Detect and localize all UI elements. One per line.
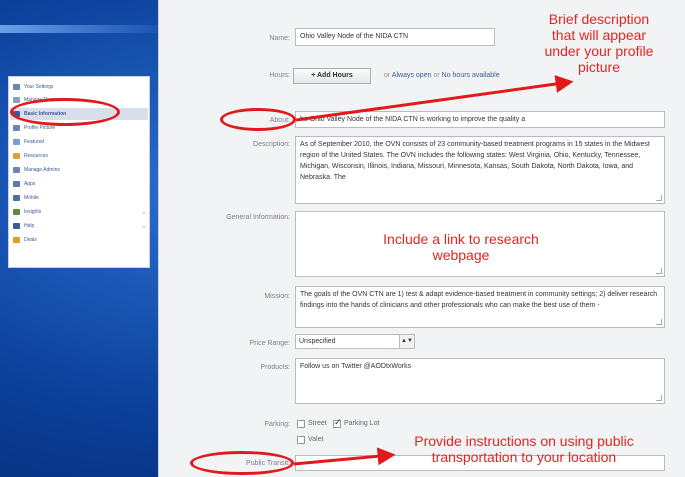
picture-icon: [13, 125, 20, 131]
help-icon: [13, 223, 20, 229]
general-information-annotation: Include a link to research webpage: [340, 231, 582, 263]
sidebar-item-help[interactable]: Help ⌄: [13, 220, 149, 232]
sidebar-item-label: Resources: [24, 153, 48, 159]
about-annotation-line: Brief description: [548, 11, 650, 27]
about-annotation-line: under your profile: [544, 43, 654, 59]
sidebar-item-apps[interactable]: Apps: [13, 178, 35, 190]
parking-label: Parking:: [264, 421, 290, 428]
about-input[interactable]: he Ohio Valley Node of the NIDA CTN is w…: [295, 111, 665, 128]
admins-icon: [13, 167, 20, 173]
highlight-about: [220, 108, 296, 131]
parking-lot-checkbox[interactable]: ✓: [333, 417, 342, 428]
highlight-basic-information: [10, 98, 120, 126]
about-annotation-line: picture: [577, 59, 621, 75]
hours-options: or Always open or No hours available: [384, 72, 500, 79]
price-range-select[interactable]: Unspecified ▲▼: [295, 334, 415, 349]
sidebar-item-insights[interactable]: Insights ⌄: [13, 206, 149, 218]
sidebar-item-your-settings[interactable]: Your Settings: [13, 81, 54, 93]
sidebar-item-label: Help: [24, 223, 35, 229]
highlight-public-transit: [190, 451, 294, 475]
sidebar-item-resources[interactable]: Resources: [13, 150, 48, 162]
always-open-link[interactable]: Always open: [392, 72, 432, 79]
products-label: Products:: [260, 364, 290, 371]
permissions-icon: [13, 97, 20, 103]
hours-or-text: or: [433, 72, 440, 79]
sidebar-item-label: Manage Admins: [24, 167, 60, 173]
featured-icon: [13, 139, 20, 145]
about-annotation-line: that will appear: [551, 27, 647, 43]
parking-valet-checkbox[interactable]: [297, 436, 305, 444]
deals-icon: [13, 237, 20, 243]
sidebar-item-label: Insights: [24, 209, 42, 215]
sidebar-item-label: Apps: [24, 181, 36, 187]
select-arrows-icon: ▲▼: [399, 335, 414, 348]
transit-annotation-line: Provide instructions on using public: [414, 433, 634, 449]
resize-grip-icon[interactable]: [656, 268, 662, 274]
settings-icon: [13, 84, 20, 90]
parking-street-checkbox[interactable]: [297, 420, 305, 428]
parking-street-label: Street: [308, 420, 327, 427]
description-textarea[interactable]: As of September 2010, the OVN consists o…: [295, 136, 665, 204]
sidebar-item-label: Mobile: [24, 195, 39, 201]
about-annotation: Brief description that will appear under…: [518, 11, 680, 75]
sidebar-item-label: Profile Picture: [24, 125, 56, 131]
products-text: Follow us on Twitter @AODtxWorks: [300, 363, 412, 370]
description-label: Description:: [253, 141, 290, 148]
sidebar-item-label: Featured: [24, 139, 45, 145]
description-text: As of September 2010, the OVN consists o…: [300, 141, 650, 181]
price-range-value: Unspecified: [299, 338, 336, 345]
parking-valet-label: Valet: [308, 436, 324, 443]
transit-annotation-line: transportation to your location: [431, 449, 617, 465]
name-input[interactable]: Ohio Valley Node of the NIDA CTN: [295, 28, 495, 46]
general-information-label: General Information:: [226, 214, 290, 221]
mission-text: The goals of the OVN CTN are 1) test & a…: [300, 291, 658, 309]
chevron-down-icon: ⌄: [141, 209, 147, 216]
resources-icon: [13, 153, 20, 159]
checkmark-icon: ✓: [334, 417, 342, 427]
mission-textarea[interactable]: The goals of the OVN CTN are 1) test & a…: [295, 286, 665, 328]
no-hours-link[interactable]: No hours available: [442, 72, 500, 79]
sidebar-item-manage-admins[interactable]: Manage Admins: [13, 164, 60, 176]
sidebar-item-label: Your Settings: [24, 84, 54, 90]
public-transit-annotation: Provide instructions on using public tra…: [365, 433, 683, 465]
resize-grip-icon[interactable]: [656, 395, 662, 401]
name-label: Name:: [269, 35, 290, 42]
price-range-label: Price Range:: [249, 340, 290, 347]
sidebar-item-label: Deals: [24, 237, 37, 243]
background-stripe: [0, 25, 160, 33]
hours-or-text: or: [384, 72, 391, 79]
chevron-down-icon: ⌄: [141, 223, 147, 230]
general-annotation-line: Include a link to research: [383, 231, 539, 247]
add-hours-button[interactable]: + Add Hours: [293, 68, 371, 84]
parking-lot-label: Parking Lot: [344, 420, 380, 427]
apps-icon: [13, 181, 20, 187]
sidebar-item-deals[interactable]: Deals: [13, 234, 37, 246]
mobile-icon: [13, 195, 20, 201]
resize-grip-icon[interactable]: [656, 319, 662, 325]
insights-icon: [13, 209, 20, 215]
hours-label: Hours:: [269, 72, 290, 79]
resize-grip-icon[interactable]: [656, 195, 662, 201]
general-annotation-line: webpage: [432, 247, 490, 263]
sidebar-item-featured[interactable]: Featured: [13, 136, 44, 148]
sidebar-item-mobile[interactable]: Mobile: [13, 192, 39, 204]
mission-label: Mission:: [264, 293, 290, 300]
products-textarea[interactable]: Follow us on Twitter @AODtxWorks: [295, 358, 665, 404]
